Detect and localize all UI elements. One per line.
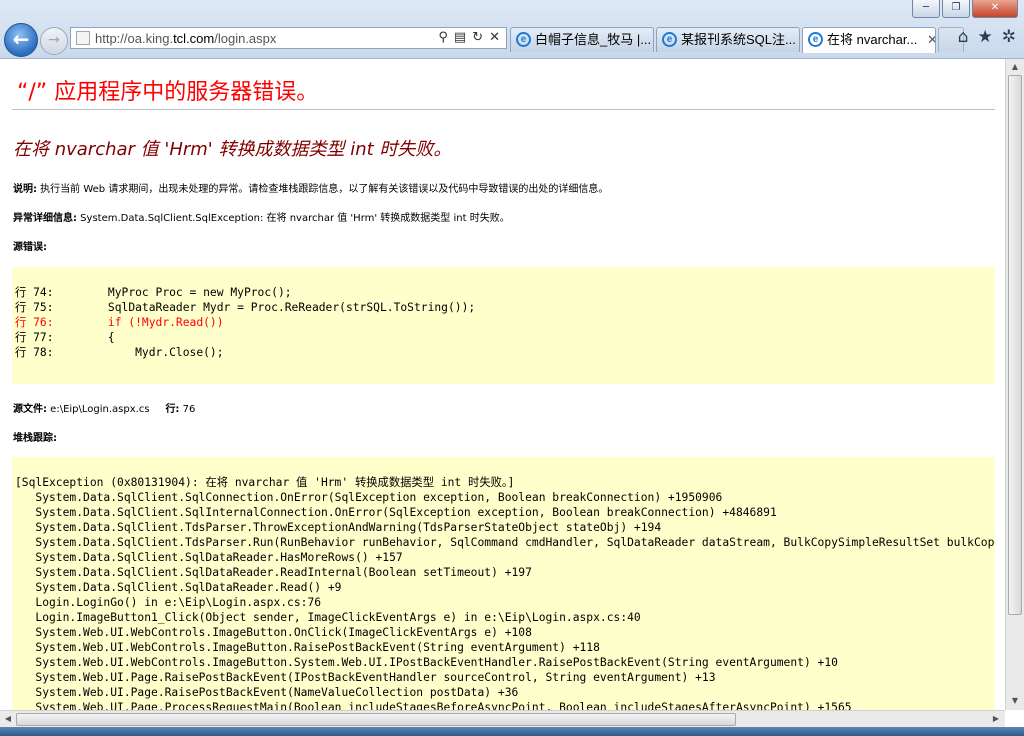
scroll-right-icon[interactable]: ▶ bbox=[989, 712, 1003, 726]
toolbar-icons: ⌂ ★ ✲ bbox=[958, 27, 1016, 47]
vertical-scroll-thumb[interactable] bbox=[1008, 75, 1022, 615]
browser-chrome: ─ ❐ ✕ ← → http://oa.king.tcl.com/login.a… bbox=[0, 0, 1024, 59]
source-code-line: 行 78: Mydr.Close(); bbox=[15, 346, 224, 359]
back-button[interactable]: ← bbox=[4, 23, 38, 57]
stack-trace-line: System.Web.UI.Page.RaisePostBackEvent(Na… bbox=[15, 686, 519, 699]
tab-label: 在将 nvarchar... bbox=[827, 32, 918, 47]
address-tools: ⚲ ▤ ↻ ✕ bbox=[438, 30, 500, 45]
description-label: 说明: bbox=[13, 184, 37, 195]
horizontal-scroll-thumb[interactable] bbox=[16, 713, 736, 726]
stack-trace-line: System.Data.SqlClient.TdsParser.Run(RunB… bbox=[15, 536, 995, 549]
source-error-label: 源错误: bbox=[13, 242, 47, 253]
scroll-down-icon[interactable]: ▼ bbox=[1008, 694, 1022, 708]
tab-strip: e 白帽子信息_牧马 |... e 某报刊系统SQL注... e 在将 nvar… bbox=[510, 27, 964, 53]
page-content: “/” 应用程序中的服务器错误。 在将 nvarchar 值 'Hrm' 转换成… bbox=[0, 59, 1005, 710]
close-window-button[interactable]: ✕ bbox=[972, 0, 1018, 18]
tab-label: 白帽子信息_牧马 |... bbox=[535, 32, 652, 47]
taskbar bbox=[0, 727, 1024, 736]
tab-baimaozi[interactable]: e 白帽子信息_牧马 |... bbox=[510, 27, 654, 52]
source-code-line: 行 74: MyProc Proc = new MyProc(); bbox=[15, 286, 292, 299]
stack-trace-label: 堆栈跟踪: bbox=[13, 433, 57, 444]
compatibility-view-icon[interactable]: ▤ bbox=[454, 30, 466, 45]
stack-trace-line: System.Data.SqlClient.SqlDataReader.HasM… bbox=[15, 551, 403, 564]
restore-button[interactable]: ❐ bbox=[942, 0, 970, 18]
exception-label: 异常详细信息: bbox=[13, 213, 77, 224]
stack-trace-line: System.Web.UI.WebControls.ImageButton.Ra… bbox=[15, 641, 600, 654]
back-arrow-icon: ← bbox=[12, 27, 30, 51]
source-error-heading: 源错误: bbox=[13, 238, 47, 253]
forward-arrow-icon: → bbox=[48, 32, 60, 48]
stack-trace-line: System.Web.UI.WebControls.ImageButton.Sy… bbox=[15, 656, 838, 669]
ie-icon: e bbox=[808, 32, 823, 47]
stack-trace-line: [SqlException (0x80131904): 在将 nvarchar … bbox=[15, 476, 515, 489]
url-prefix: http://oa.king. bbox=[95, 31, 174, 46]
line-label: 行: bbox=[165, 404, 180, 415]
description-line: 说明: 执行当前 Web 请求期间，出现未处理的异常。请检查堆栈跟踪信息，以了解… bbox=[13, 180, 608, 195]
exception-text: System.Data.SqlClient.SqlException: 在将 n… bbox=[77, 213, 510, 224]
tools-gear-icon[interactable]: ✲ bbox=[1002, 27, 1016, 47]
window-controls: ─ ❐ ✕ bbox=[912, 0, 1018, 18]
stack-trace-block: [SqlException (0x80131904): 在将 nvarchar … bbox=[12, 457, 995, 710]
page-favicon-icon bbox=[76, 31, 90, 45]
stack-trace-line: System.Web.UI.WebControls.ImageButton.On… bbox=[15, 626, 532, 639]
ie-icon: e bbox=[662, 32, 677, 47]
home-icon[interactable]: ⌂ bbox=[958, 27, 969, 47]
stop-icon[interactable]: ✕ bbox=[489, 30, 500, 45]
tab-current[interactable]: e 在将 nvarchar... ✕ bbox=[802, 27, 936, 53]
source-code-line: 行 75: SqlDataReader Mydr = Proc.ReReader… bbox=[15, 301, 476, 314]
title-divider bbox=[12, 109, 995, 110]
tab-baokan[interactable]: e 某报刊系统SQL注... bbox=[656, 27, 800, 52]
stack-trace-line: System.Data.SqlClient.SqlConnection.OnEr… bbox=[15, 491, 723, 504]
ie-icon: e bbox=[516, 32, 531, 47]
stack-trace-line: System.Data.SqlClient.SqlInternalConnect… bbox=[15, 506, 777, 519]
stack-trace-line: System.Data.SqlClient.SqlDataReader.Read… bbox=[15, 566, 532, 579]
refresh-icon[interactable]: ↻ bbox=[472, 30, 483, 45]
stack-trace-line: System.Web.UI.Page.RaisePostBackEvent(IP… bbox=[15, 671, 716, 684]
forward-button[interactable]: → bbox=[40, 27, 68, 55]
minimize-button[interactable]: ─ bbox=[912, 0, 940, 18]
exception-line: 异常详细信息: System.Data.SqlClient.SqlExcepti… bbox=[13, 209, 510, 224]
address-bar[interactable]: http://oa.king.tcl.com/login.aspx ⚲ ▤ ↻ … bbox=[70, 27, 507, 49]
page-title: “/” 应用程序中的服务器错误。 bbox=[17, 80, 319, 105]
horizontal-scrollbar[interactable]: ◀ ▶ bbox=[0, 710, 1005, 727]
stack-trace-line: Login.ImageButton1_Click(Object sender, … bbox=[15, 611, 641, 624]
close-tab-icon[interactable]: ✕ bbox=[927, 32, 935, 47]
source-code-line: 行 76: if (!Mydr.Read()) bbox=[15, 316, 224, 329]
line-value: 76 bbox=[179, 404, 196, 415]
error-subtitle: 在将 nvarchar 值 'Hrm' 转换成数据类型 int 时失败。 bbox=[13, 139, 452, 160]
tab-label: 某报刊系统SQL注... bbox=[681, 32, 796, 47]
source-file-label: 源文件: bbox=[13, 404, 47, 415]
stack-trace-line: Login.LoginGo() in e:\Eip\Login.aspx.cs:… bbox=[15, 596, 322, 609]
stack-trace-line: System.Data.SqlClient.TdsParser.ThrowExc… bbox=[15, 521, 662, 534]
url-suffix: /login.aspx bbox=[214, 31, 277, 46]
scroll-left-icon[interactable]: ◀ bbox=[1, 712, 15, 726]
description-text: 执行当前 Web 请求期间，出现未处理的异常。请检查堆栈跟踪信息，以了解有关该错… bbox=[37, 184, 609, 195]
search-icon[interactable]: ⚲ bbox=[438, 30, 448, 45]
stack-trace-heading: 堆栈跟踪: bbox=[13, 429, 57, 444]
scroll-up-icon[interactable]: ▲ bbox=[1008, 60, 1022, 74]
url-domain: tcl.com bbox=[173, 31, 215, 46]
source-file-line: 源文件: e:\Eip\Login.aspx.cs 行: 76 bbox=[13, 400, 195, 415]
vertical-scrollbar[interactable]: ▲ ▼ bbox=[1005, 59, 1024, 710]
stack-trace-line: System.Data.SqlClient.SqlDataReader.Read… bbox=[15, 581, 342, 594]
source-code-block: 行 74: MyProc Proc = new MyProc(); 行 75: S… bbox=[12, 267, 995, 384]
source-code-line: 行 77: { bbox=[15, 331, 115, 344]
address-url[interactable]: http://oa.king.tcl.com/login.aspx bbox=[95, 31, 276, 46]
stack-trace-line: System.Web.UI.Page.ProcessRequestMain(Bo… bbox=[15, 701, 852, 710]
favorites-icon[interactable]: ★ bbox=[978, 27, 993, 47]
source-file-value: e:\Eip\Login.aspx.cs bbox=[47, 404, 150, 415]
